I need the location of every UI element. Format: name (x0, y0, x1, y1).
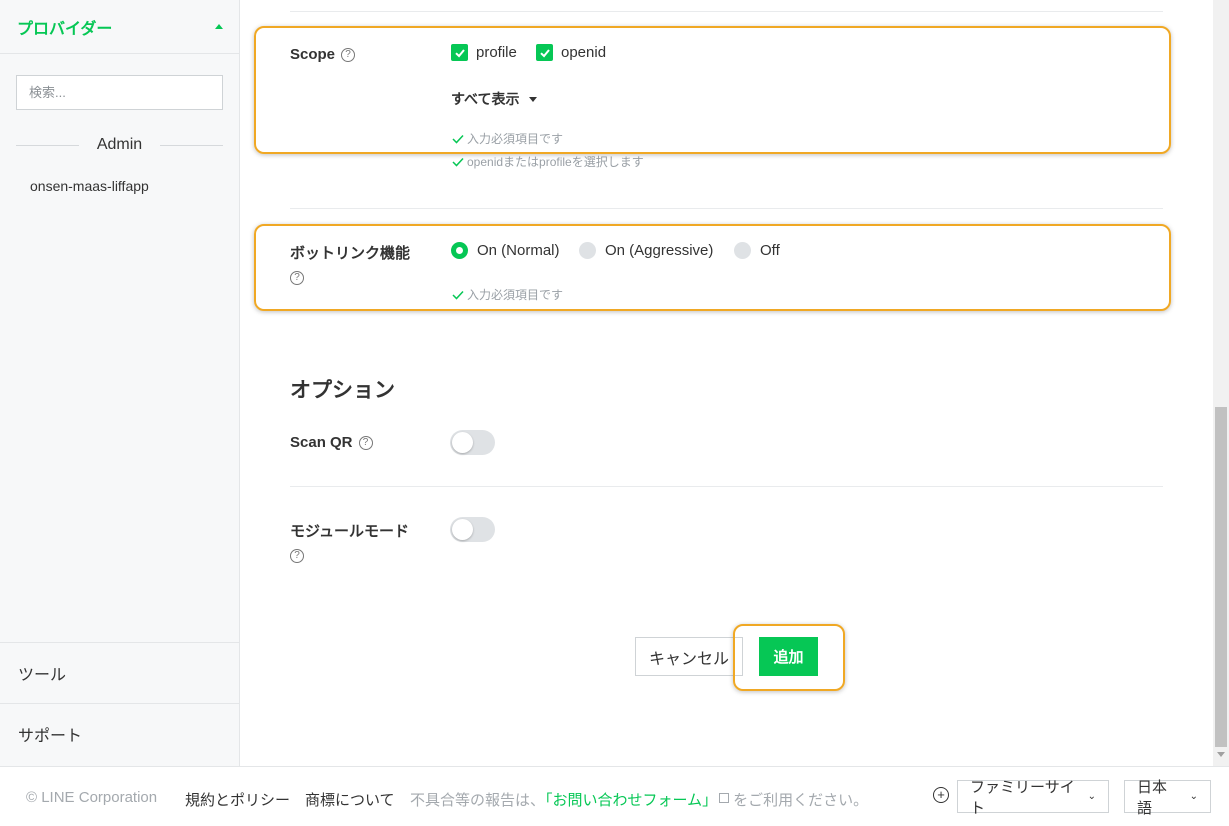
divider-line (160, 144, 224, 146)
radio-label: On (Aggressive) (605, 242, 714, 259)
botlink-radio-normal[interactable]: On (Normal) (451, 242, 560, 259)
scope-hint-required: 入力必須項目です (452, 130, 563, 147)
plus-circle-icon[interactable]: + (933, 787, 949, 803)
module-mode-label: モジュールモード ? (290, 520, 409, 563)
botlink-hint-required: 入力必須項目です (452, 286, 563, 303)
show-all-label: すべて表示 (451, 91, 520, 107)
report-prefix: 不具合等の報告は、 (410, 792, 546, 809)
chevron-down-icon: ⌄ (1189, 791, 1198, 802)
hint-text: 入力必須項目です (467, 132, 564, 146)
checkbox-label: profile (476, 44, 517, 61)
radio-label: On (Normal) (477, 242, 560, 259)
report-suffix: をご利用ください。 (733, 792, 869, 809)
sidebar-item-tools[interactable]: ツール (0, 642, 240, 703)
scan-qr-label-text: Scan QR (290, 434, 353, 451)
help-icon[interactable]: ? (290, 549, 304, 563)
sidebar: プロバイダー Admin onsen-maas-liffapp ツール サポート (0, 0, 240, 766)
divider (290, 11, 1163, 12)
checkbox-label: openid (561, 44, 607, 61)
trademark-link[interactable]: 商標について (305, 789, 395, 810)
botlink-radio-off[interactable]: Off (734, 242, 780, 259)
add-button[interactable]: 追加 (759, 637, 818, 676)
scope-label: Scope ? (290, 46, 356, 63)
scope-checkbox-openid[interactable]: openid (536, 44, 606, 61)
radio-unselected-icon[interactable] (734, 242, 751, 259)
highlight-scope (254, 26, 1171, 154)
chevron-down-icon: ⌄ (1087, 791, 1096, 802)
options-section-title: オプション (290, 379, 395, 402)
caret-down-icon (529, 96, 538, 102)
admin-label: Admin (96, 136, 143, 153)
sidebar-item-support[interactable]: サポート (0, 703, 240, 764)
scope-hint-select: openidまたはprofileを選択します (452, 153, 644, 170)
help-icon[interactable]: ? (341, 47, 356, 62)
module-mode-toggle[interactable] (450, 517, 495, 542)
divider (290, 208, 1163, 209)
check-icon (452, 157, 464, 167)
toggle-knob (452, 519, 473, 540)
external-link-icon (719, 793, 730, 803)
family-site-select[interactable]: ファミリーサイト ⌄ (957, 779, 1109, 817)
divider (290, 486, 1163, 487)
check-icon (452, 290, 464, 300)
botlink-label: ボットリンク機能 ? (290, 242, 410, 285)
report-text: 不具合等の報告は、「お問い合わせフォーム」 をご利用ください。 (410, 789, 868, 810)
scroll-down-arrow-icon[interactable] (1217, 752, 1225, 757)
cancel-button[interactable]: キャンセル (635, 637, 743, 676)
divider-line (16, 144, 79, 146)
botlink-label-text: ボットリンク機能 (290, 245, 411, 262)
admin-separator: Admin (16, 134, 224, 156)
toggle-knob (452, 432, 473, 453)
checkbox-checked-icon[interactable] (536, 44, 553, 61)
show-all-toggle[interactable]: すべて表示 (451, 89, 538, 109)
search-input[interactable] (16, 75, 223, 110)
scrollbar-thumb[interactable] (1215, 407, 1227, 747)
contact-form-link[interactable]: 「お問い合わせフォーム」 (545, 792, 717, 809)
caret-up-icon[interactable] (215, 24, 223, 29)
module-mode-label-text: モジュールモード (290, 523, 409, 540)
help-icon[interactable]: ? (358, 435, 373, 450)
scrollbar[interactable] (1213, 0, 1229, 766)
sidebar-item-app[interactable]: onsen-maas-liffapp (30, 178, 149, 194)
hint-text: 入力必須項目です (467, 288, 564, 302)
help-icon[interactable]: ? (290, 271, 304, 285)
check-icon (452, 134, 464, 144)
radio-unselected-icon[interactable] (579, 242, 596, 259)
family-site-label: ファミリーサイト (970, 778, 1075, 817)
provider-title: プロバイダー (17, 20, 113, 38)
language-label: 日本語 (1137, 778, 1168, 817)
scan-qr-label: Scan QR ? (290, 434, 373, 451)
sidebar-bottom-links: ツール サポート (0, 642, 240, 764)
main-content: Scope ? profile openid すべて表示 入力必須項目です op… (241, 0, 1213, 766)
terms-link[interactable]: 規約とポリシー (185, 789, 290, 810)
botlink-radio-aggressive[interactable]: On (Aggressive) (579, 242, 713, 259)
radio-label: Off (760, 242, 780, 259)
scope-checkbox-profile[interactable]: profile (451, 44, 517, 61)
copyright: © LINE Corporation (26, 789, 158, 806)
scan-qr-toggle[interactable] (450, 430, 495, 455)
scope-label-text: Scope (290, 46, 336, 63)
checkbox-checked-icon[interactable] (451, 44, 468, 61)
hint-text: openidまたはprofileを選択します (467, 155, 644, 169)
language-select[interactable]: 日本語 ⌄ (1124, 779, 1211, 817)
provider-header[interactable]: プロバイダー (0, 0, 239, 54)
radio-selected-icon[interactable] (451, 242, 468, 259)
